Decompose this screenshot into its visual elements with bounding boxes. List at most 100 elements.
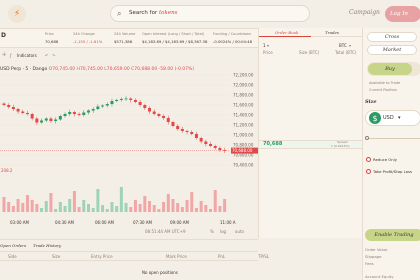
volume-bar xyxy=(185,200,189,212)
volume-bar xyxy=(119,187,123,212)
fees-label: Fees xyxy=(365,261,374,266)
percent-scale-toggle[interactable]: % xyxy=(210,229,214,234)
volume-bar xyxy=(49,193,53,212)
volume-bar xyxy=(194,208,198,212)
candle-body xyxy=(25,113,29,114)
volume-bar xyxy=(199,201,203,212)
candle-body xyxy=(171,122,175,126)
candle-body xyxy=(63,114,67,116)
price-chart-svg[interactable]: 72,200.00 72,000.00 71,800.00 71,600.00 71,4… xyxy=(0,62,258,227)
candle-body xyxy=(204,141,208,144)
candle-body xyxy=(35,118,39,123)
candle-body xyxy=(77,114,81,115)
candle-body xyxy=(16,109,20,112)
search-accent-word: tokens xyxy=(158,10,178,16)
y-tick-label: 72,000.00 xyxy=(233,83,254,88)
candle-body xyxy=(166,118,170,122)
search-input[interactable]: ⌕ Search for tokens xyxy=(110,5,310,22)
search-icon: ⌕ xyxy=(117,9,122,18)
candle-body xyxy=(72,112,76,114)
candle-body xyxy=(180,129,184,131)
volume-bar xyxy=(148,201,152,212)
reduce-only-checkbox[interactable] xyxy=(366,157,371,162)
currency-select[interactable]: USD xyxy=(383,116,394,121)
stat-label: 24h Volume xyxy=(114,32,136,36)
tab-trade-history[interactable]: Trade History xyxy=(33,243,61,248)
candle-body xyxy=(148,108,152,112)
login-button[interactable]: Log In xyxy=(385,6,420,22)
positions-table-header: Side Size Entry Price Mark Price PnL TP/… xyxy=(0,251,269,261)
legend-pair: USD Perp · 5 · Dango xyxy=(0,67,48,72)
volume-bar xyxy=(16,199,20,212)
stat-label: Price xyxy=(45,32,54,36)
indicators-icon[interactable]: ƒ xyxy=(10,53,11,58)
last-price-tag: 70,688.00 xyxy=(232,148,253,153)
current-position-label: Current Position xyxy=(369,88,397,92)
indicators-button[interactable]: Indicators xyxy=(17,53,37,58)
tab-trades[interactable]: Trades xyxy=(325,30,339,35)
volume-bar xyxy=(124,203,128,212)
candle-body xyxy=(54,119,58,121)
col-entry-price: Entry Price xyxy=(91,254,113,259)
tpsl-label: Take Profit/Stop Loss xyxy=(373,169,412,174)
positions-tabs: Open Orders Trade History xyxy=(0,239,258,251)
tick-size-select[interactable]: 1 xyxy=(263,43,266,48)
cursor-tool-icon[interactable]: ✛ xyxy=(2,53,6,58)
volume-bar xyxy=(152,205,156,212)
tab-order-book[interactable]: Order Book xyxy=(275,30,298,35)
tpsl-checkbox[interactable] xyxy=(366,169,371,174)
order-type-market[interactable]: Market xyxy=(367,45,417,55)
col-ob-size: Size (BTC) xyxy=(299,50,320,55)
candle-body xyxy=(40,120,44,123)
trade-panel: Cross Market Buy Available to Trade Curr… xyxy=(362,28,420,280)
legend-low: 70,659.00 xyxy=(106,67,130,72)
volume-bar xyxy=(190,192,194,212)
undo-icon[interactable]: ↶ xyxy=(45,53,48,58)
volume-bar xyxy=(143,196,147,212)
stat-value: $4,183.69 / $4,183.69 / $8,367.38 xyxy=(142,39,208,44)
volume-bar xyxy=(21,203,25,212)
app-logo[interactable]: ⚡ xyxy=(8,5,26,23)
volume-bar xyxy=(157,209,161,212)
legend-change: -58.00 (-0.07%) xyxy=(158,67,195,72)
col-ob-total: Total (BTC) xyxy=(335,50,357,55)
candle-body xyxy=(58,116,62,120)
candle-body xyxy=(152,111,156,114)
enable-trading-button[interactable]: Enable Trading xyxy=(365,229,420,241)
chart-clock: 08:51:44 AM UTC+9 xyxy=(145,229,186,234)
chevron-down-icon: ▾ xyxy=(398,115,401,121)
slippage-label: Slippage xyxy=(365,254,382,259)
size-slider[interactable] xyxy=(365,134,420,142)
candle-body xyxy=(119,99,123,100)
candle-body xyxy=(138,102,142,105)
volume-bar xyxy=(54,209,58,212)
auto-scale-toggle[interactable]: auto xyxy=(235,229,244,234)
candle-body xyxy=(44,118,48,121)
col-mark-price: Mark Price xyxy=(166,254,187,259)
ob-spread-value: 1 (0.0014%) xyxy=(331,144,350,148)
tab-open-orders[interactable]: Open Orders xyxy=(0,243,26,248)
volume-bar xyxy=(35,204,39,212)
price-chart[interactable]: 72,200.00 72,000.00 71,800.00 71,600.00 71,4… xyxy=(0,62,258,227)
candle-body xyxy=(190,132,194,134)
log-scale-toggle[interactable]: log xyxy=(220,229,226,234)
volume-bar xyxy=(115,206,119,212)
volume-bar xyxy=(110,202,114,212)
redo-icon[interactable]: ↷ xyxy=(52,53,55,58)
margin-mode-cross[interactable]: Cross xyxy=(367,32,417,42)
pair-name[interactable]: D xyxy=(1,33,6,39)
candle-body xyxy=(213,146,217,148)
positions-empty-message: No open positions xyxy=(142,270,178,275)
unit-select[interactable]: BTC xyxy=(339,43,347,48)
available-to-trade-label: Available to Trade xyxy=(369,81,401,85)
candle-body xyxy=(30,114,34,119)
volume-bar xyxy=(72,191,76,212)
volume-bar xyxy=(129,207,133,212)
buy-tab[interactable]: Buy xyxy=(368,63,412,75)
campaign-link[interactable]: Campaign xyxy=(349,9,380,16)
chart-toolbar: ✛ ƒ Indicators ↶ ↷ xyxy=(0,48,258,62)
volume-bar xyxy=(176,203,180,212)
volume-bar xyxy=(25,195,29,212)
y-tick-label: 71,000.00 xyxy=(233,133,254,138)
stat-label: 24h Change xyxy=(73,32,95,36)
